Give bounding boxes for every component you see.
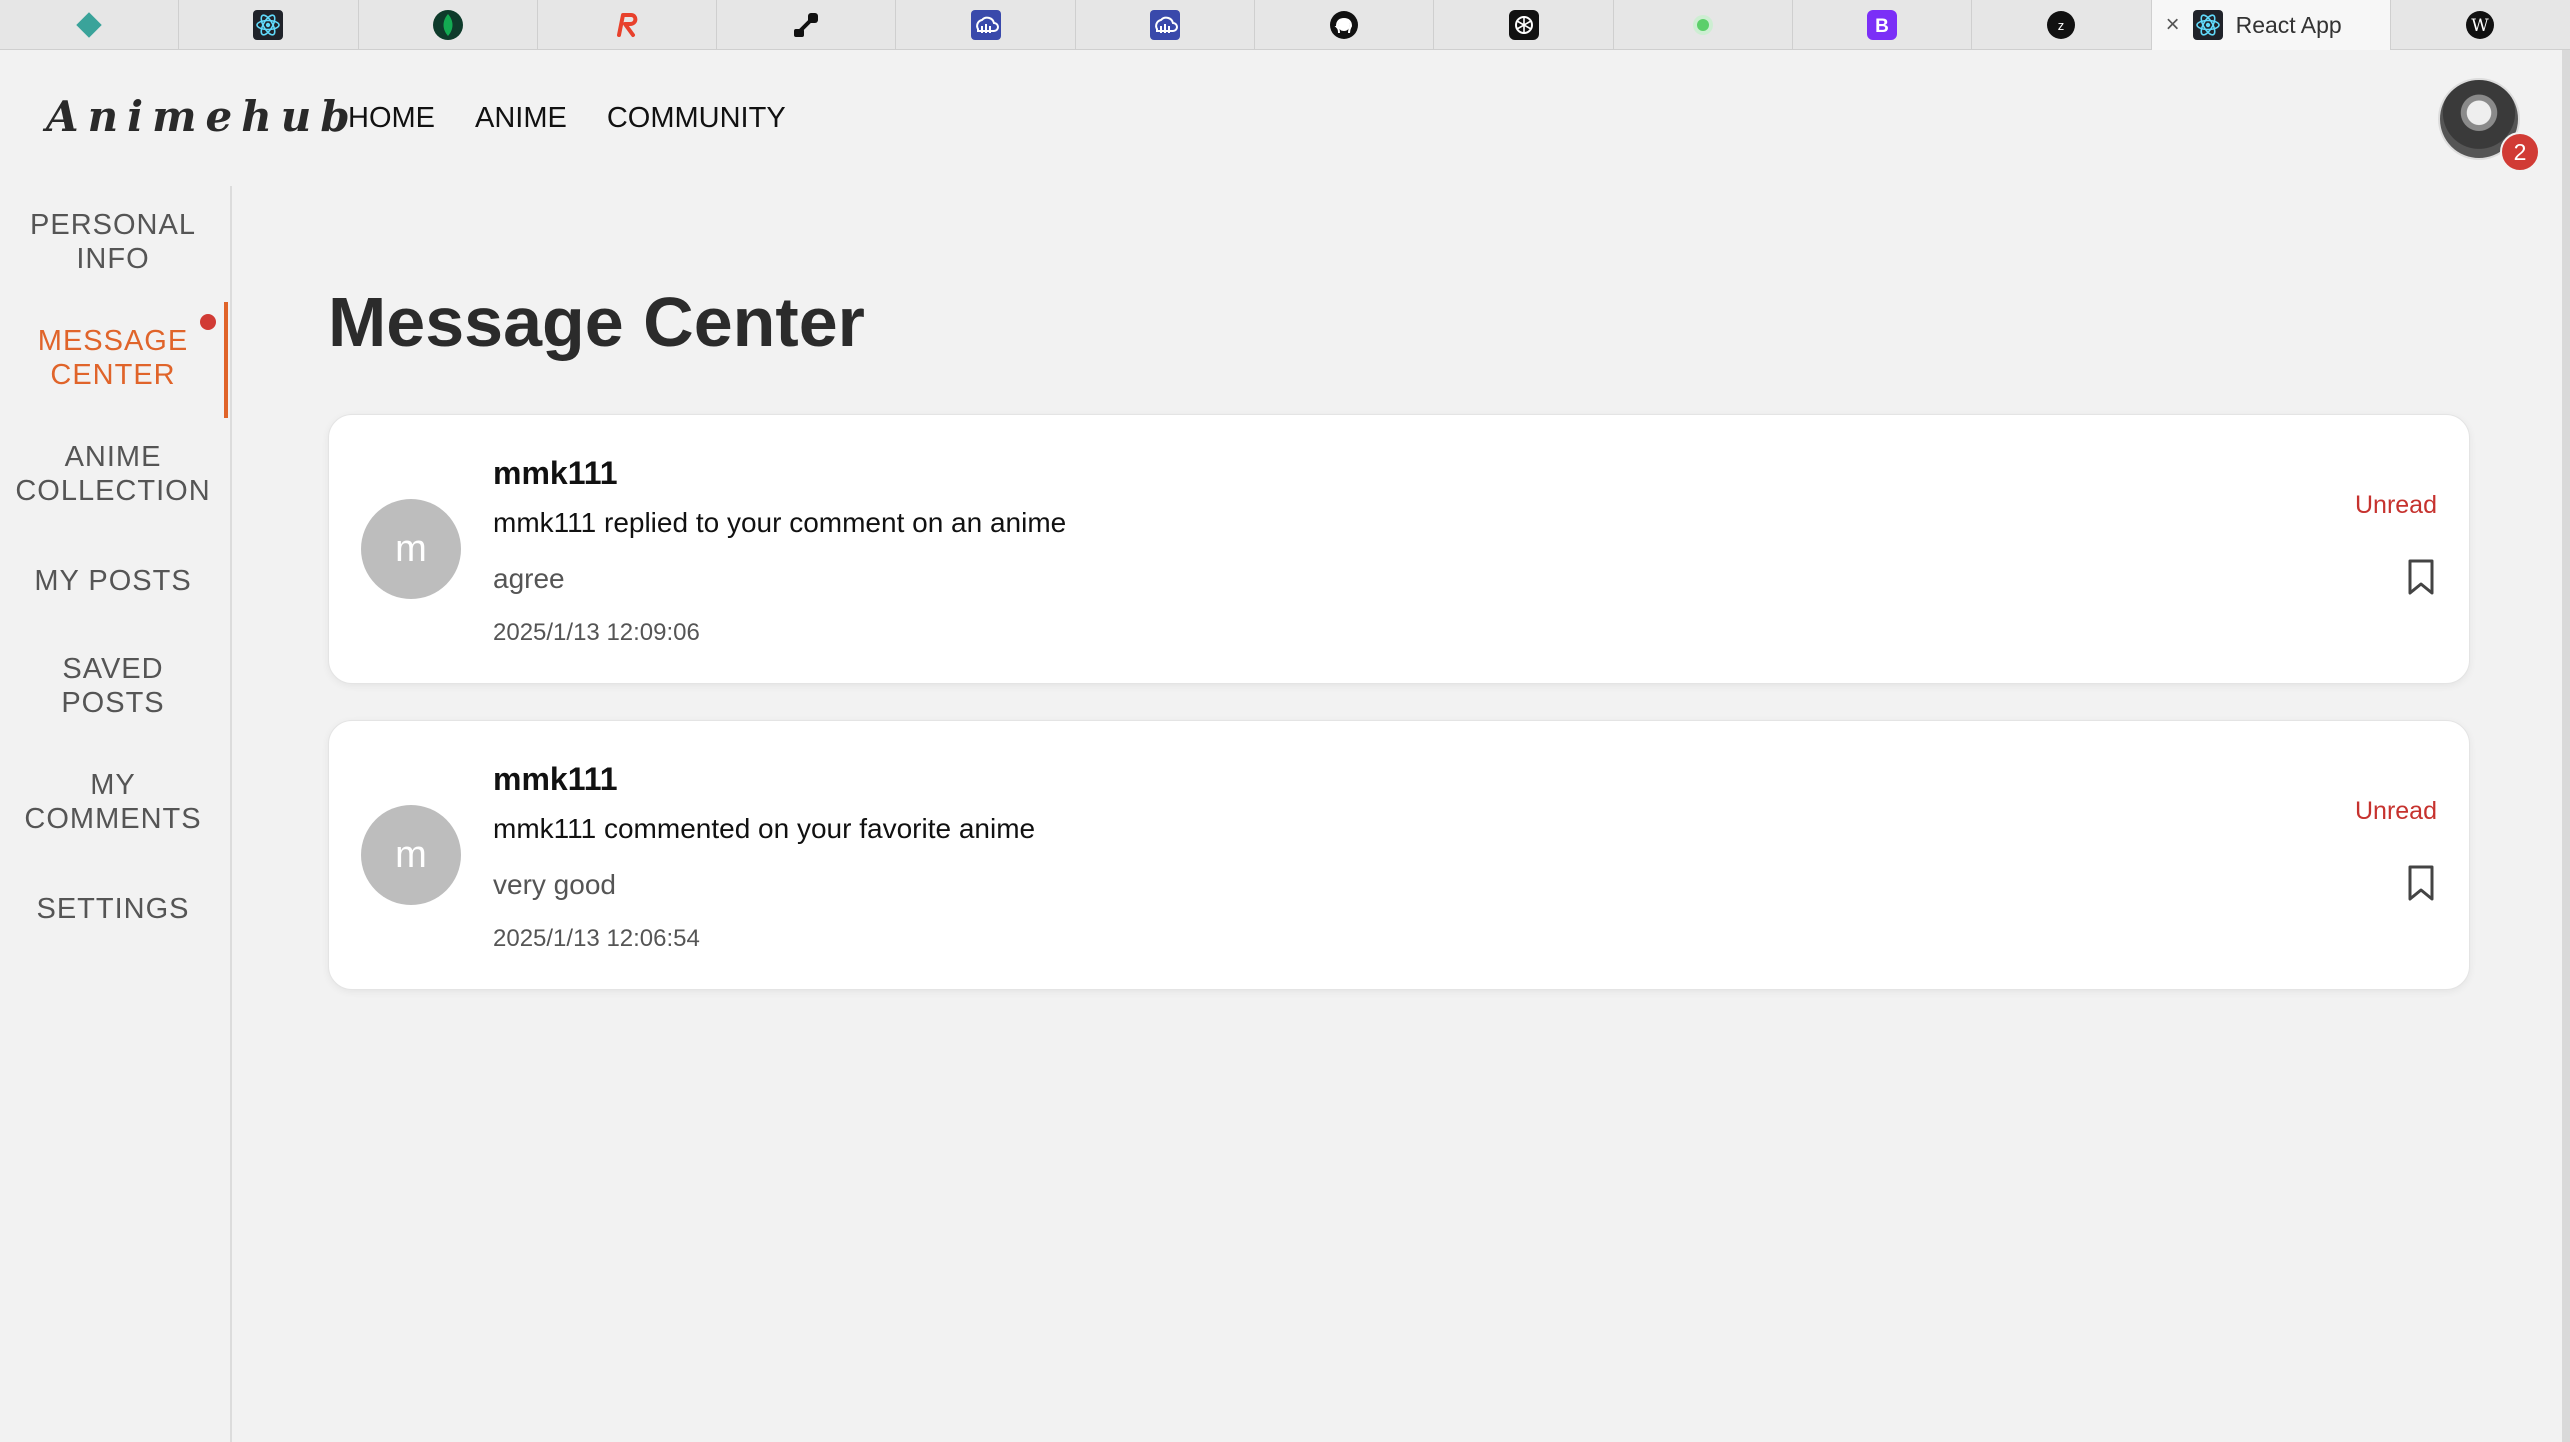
nav-community-link[interactable]: COMMUNITY [607, 102, 786, 135]
sender-name: mmk111 [493, 761, 618, 797]
browser-tab-strip: B z × React App W [0, 0, 2570, 50]
sender-name: mmk111 [493, 455, 618, 491]
sidebar-item-label: MY [90, 769, 136, 801]
cloud-favicon-icon [1149, 9, 1181, 41]
r-logo-favicon-icon [611, 9, 643, 41]
browser-tab[interactable]: z [1972, 0, 2152, 50]
green-dot-favicon-icon [1687, 9, 1719, 41]
sidebar-item-label: ANIME [64, 441, 162, 473]
browser-tab[interactable] [896, 0, 1076, 50]
tab-title: React App [2235, 11, 2342, 38]
sidebar-item-label: MESSAGE [37, 325, 189, 357]
sidebar-item-my-posts[interactable]: MY POSTS [0, 564, 226, 598]
sidebar-item-label: POSTS [61, 687, 165, 719]
sidebar-item-label: COMMENTS [24, 803, 202, 835]
user-avatar-button[interactable]: 2 [2438, 78, 2540, 172]
message-card[interactable]: m mmk111 mmk111 replied to your comment … [328, 414, 2470, 684]
react-favicon-icon [2192, 9, 2224, 41]
github-favicon-icon [1328, 9, 1360, 41]
sidebar-item-label: PERSONAL [30, 209, 196, 241]
message-content: very good [493, 869, 616, 900]
sender-avatar: m [361, 805, 461, 905]
close-icon[interactable]: × [2166, 13, 2180, 37]
sidebar-item-message-center[interactable]: MESSAGE CENTER [0, 324, 226, 392]
sidebar-item-label: INFO [76, 243, 150, 275]
svg-text:z: z [2058, 18, 2065, 33]
message-timestamp: 2025/1/13 12:09:06 [493, 619, 700, 646]
sidebar-item-label: SAVED [62, 653, 164, 685]
message-timestamp: 2025/1/13 12:06:54 [493, 925, 700, 952]
bookmark-icon[interactable] [2403, 557, 2439, 597]
message-action: mmk111 commented on your favorite anime [493, 813, 1036, 844]
main-nav: HOME ANIME COMMUNITY [348, 102, 786, 135]
notification-count-badge: 2 [2500, 132, 2540, 172]
browser-tab[interactable]: B [1793, 0, 1973, 50]
sender-avatar: m [361, 499, 461, 599]
browser-tab[interactable] [717, 0, 897, 50]
active-indicator-bar [224, 302, 228, 418]
browser-tab[interactable] [1434, 0, 1614, 50]
mongodb-leaf-favicon-icon [432, 9, 464, 41]
message-content: agree [493, 563, 565, 594]
bootstrap-favicon-icon: B [1866, 9, 1898, 41]
z-favicon-icon: z [2045, 9, 2077, 41]
brush-favicon-icon [790, 9, 822, 41]
diamond-favicon-icon [73, 9, 105, 41]
svg-text:B: B [1875, 16, 1889, 37]
browser-tab[interactable] [359, 0, 538, 50]
nav-home-link[interactable]: HOME [348, 102, 435, 135]
browser-tab[interactable] [538, 0, 718, 50]
browser-tab[interactable] [179, 0, 359, 50]
top-navigation: Animehub HOME ANIME COMMUNITY 2 [0, 50, 2570, 186]
sidebar-item-settings[interactable]: SETTINGS [0, 892, 226, 926]
sidebar-item-label: MY POSTS [34, 565, 192, 597]
browser-tab[interactable] [0, 0, 180, 50]
page-title: Message Center [328, 283, 865, 361]
sidebar: PERSONAL INFO MESSAGE CENTER ANIME COLLE… [0, 186, 232, 1442]
window-edge [2562, 50, 2570, 1442]
unread-indicator-dot [200, 314, 216, 330]
sidebar-item-label: CENTER [50, 359, 176, 391]
site-logo[interactable]: Animehub [46, 92, 359, 141]
sidebar-item-label: COLLECTION [15, 475, 211, 507]
nav-anime-link[interactable]: ANIME [475, 102, 567, 135]
message-card[interactable]: m mmk111 mmk111 commented on your favori… [328, 720, 2470, 990]
cloud-favicon-icon [970, 9, 1002, 41]
sidebar-item-label: SETTINGS [36, 893, 190, 925]
sidebar-item-anime-collection[interactable]: ANIME COLLECTION [0, 440, 226, 508]
react-favicon-icon [252, 9, 284, 41]
browser-tab[interactable] [1076, 0, 1256, 50]
bookmark-icon[interactable] [2403, 863, 2439, 903]
sidebar-item-my-comments[interactable]: MY COMMENTS [0, 768, 226, 836]
browser-tab[interactable]: W [2391, 0, 2570, 50]
unread-status: Unread [2355, 797, 2437, 825]
wikipedia-letter: W [2472, 16, 2490, 36]
sidebar-item-saved-posts[interactable]: SAVED POSTS [0, 652, 226, 720]
unread-status: Unread [2355, 491, 2437, 519]
browser-tab[interactable] [1614, 0, 1793, 50]
openai-favicon-icon [1508, 9, 1540, 41]
wikipedia-favicon-icon: W [2464, 9, 2496, 41]
sidebar-item-personal-info[interactable]: PERSONAL INFO [0, 208, 226, 276]
message-action: mmk111 replied to your comment on an ani… [493, 507, 1067, 538]
browser-tab[interactable] [1255, 0, 1435, 50]
browser-tab-active[interactable]: × React App [2151, 0, 2391, 50]
